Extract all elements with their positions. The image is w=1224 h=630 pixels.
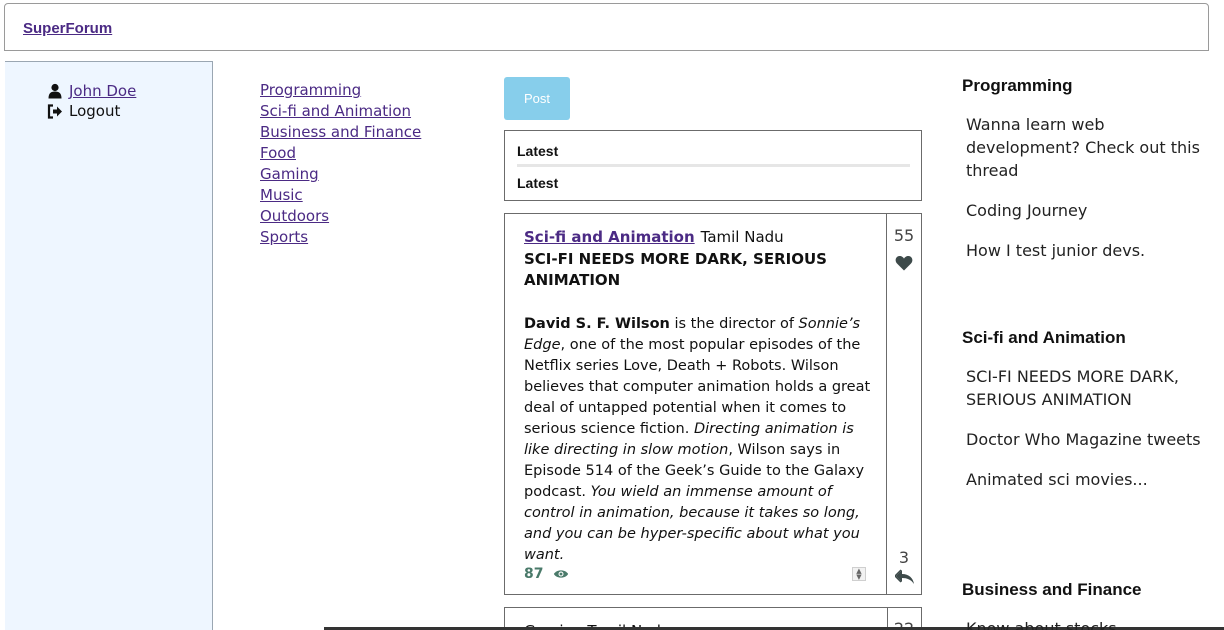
thread-card: Sci-fi and Animation Tamil Nadu SCI-FI NE…: [504, 213, 922, 595]
eye-icon: [553, 566, 569, 582]
reply-icon[interactable]: [893, 568, 914, 586]
top-threads-section: Sci-fi and Animation SCI-FI NEEDS MORE D…: [962, 328, 1202, 491]
category-link-music[interactable]: Music: [260, 185, 421, 206]
user-name-link[interactable]: John Doe: [69, 82, 136, 100]
view-count: 87: [524, 566, 569, 582]
top-thread-link[interactable]: Coding Journey: [966, 199, 1202, 222]
user-profile-row[interactable]: John Doe: [47, 82, 136, 100]
top-threads-section: Business and Finance Know about stocks: [962, 580, 1142, 630]
category-link-scifi[interactable]: Sci-fi and Animation: [260, 101, 421, 122]
category-link-business[interactable]: Business and Finance: [260, 122, 421, 143]
expand-handle[interactable]: ▲ ▼: [852, 567, 866, 581]
category-link-programming[interactable]: Programming: [260, 80, 421, 101]
section-title: Programming: [962, 76, 1073, 95]
category-link-food[interactable]: Food: [260, 143, 421, 164]
thread-body-text: is the director of: [669, 316, 799, 332]
thread-stats: 55 3: [887, 214, 921, 594]
top-thread-link[interactable]: Wanna learn web development? Check out t…: [966, 113, 1202, 182]
thread-meta: Sci-fi and Animation Tamil Nadu: [524, 228, 784, 246]
category-list: Programming Sci-fi and Animation Busines…: [260, 80, 421, 248]
logout-row[interactable]: Logout: [47, 102, 120, 120]
logout-button[interactable]: Logout: [69, 102, 120, 120]
top-thread-link[interactable]: How I test junior devs.: [966, 239, 1202, 262]
thread-author: David S. F. Wilson: [524, 316, 670, 332]
sort-dropdown[interactable]: Latest Latest: [504, 130, 922, 201]
post-button[interactable]: Post: [504, 77, 570, 120]
reply-count: 3: [898, 548, 910, 567]
category-link-sports[interactable]: Sports: [260, 227, 421, 248]
thread-body: David S. F. Wilson is the director of So…: [524, 314, 874, 566]
category-link-outdoors[interactable]: Outdoors: [260, 206, 421, 227]
top-threads-section: Programming Wanna learn web development?…: [962, 76, 1202, 262]
top-header: SuperForum: [4, 3, 1209, 51]
user-icon: [47, 83, 63, 99]
top-thread-link[interactable]: SCI-FI NEEDS MORE DARK, SERIOUS ANIMATIO…: [966, 365, 1202, 411]
thread-title[interactable]: SCI-FI NEEDS MORE DARK, SERIOUS ANIMATIO…: [524, 249, 864, 291]
section-title: Business and Finance: [962, 580, 1142, 599]
like-count: 55: [893, 226, 915, 245]
thread-category-link[interactable]: Sci-fi and Animation: [524, 228, 695, 246]
view-count-value: 87: [524, 566, 544, 582]
logout-icon: [47, 103, 63, 119]
top-thread-link[interactable]: Animated sci movies...: [966, 468, 1202, 491]
site-logo-link[interactable]: SuperForum: [23, 20, 112, 37]
left-sidebar: John Doe Logout: [5, 61, 213, 630]
category-link-gaming[interactable]: Gaming: [260, 164, 421, 185]
sort-selected-value[interactable]: Latest: [517, 143, 558, 159]
thread-location: Tamil Nadu: [700, 228, 784, 246]
heart-icon[interactable]: [895, 255, 913, 273]
top-thread-link[interactable]: Doctor Who Magazine tweets: [966, 428, 1202, 451]
top-thread-link[interactable]: Know about stocks: [966, 617, 1142, 630]
sort-option[interactable]: Latest: [517, 175, 558, 191]
thread-content[interactable]: Sci-fi and Animation Tamil Nadu SCI-FI NE…: [505, 214, 887, 594]
section-title: Sci-fi and Animation: [962, 328, 1126, 347]
sort-divider: [517, 164, 910, 167]
